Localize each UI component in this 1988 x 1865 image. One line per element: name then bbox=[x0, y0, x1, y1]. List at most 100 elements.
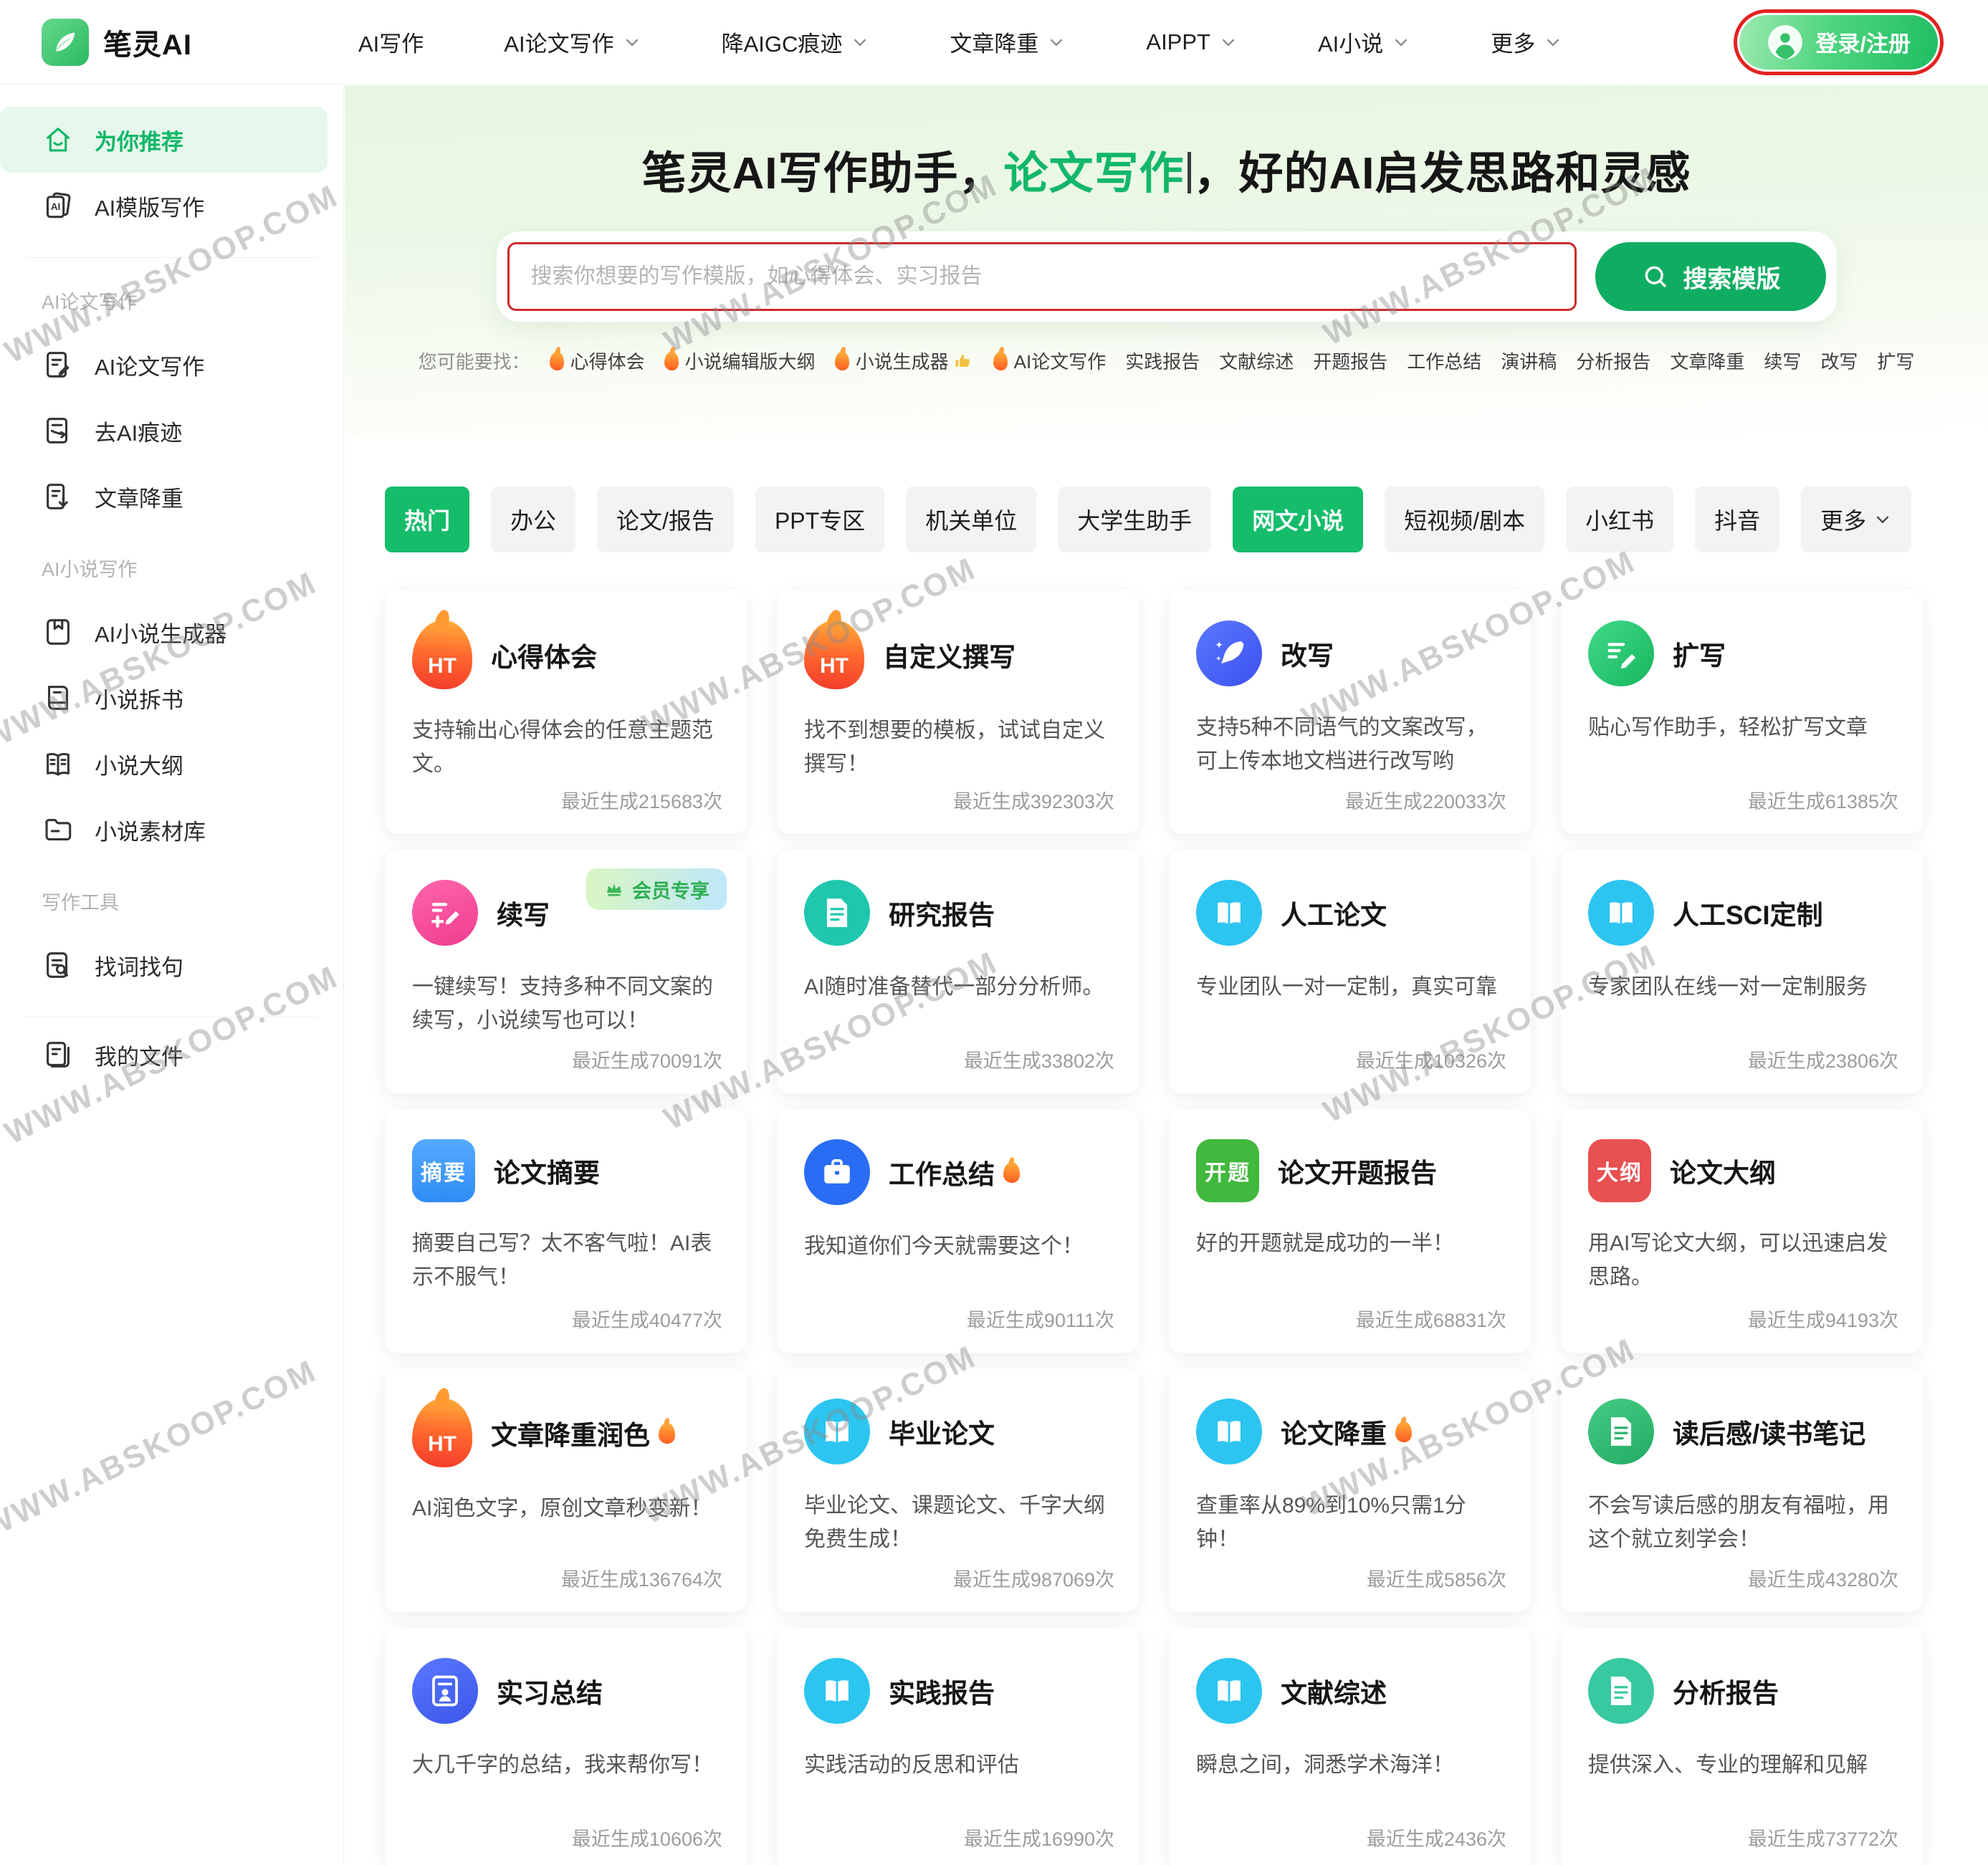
sidebar-item-novel-outline[interactable]: 小说大纲 bbox=[0, 731, 328, 797]
suggestion-item[interactable]: 工作总结 bbox=[1407, 347, 1481, 374]
sidebar-item-novel-generator[interactable]: AI小说生成器 bbox=[0, 599, 328, 665]
card-research-report[interactable]: 研究报告 AI随时准备替代一部分分析师。 最近生成33802次 bbox=[777, 850, 1139, 1093]
login-register-button[interactable]: 登录/注册 bbox=[1739, 15, 1938, 69]
card-count: 最近生成136764次 bbox=[561, 1564, 722, 1592]
search-button[interactable]: 搜索模版 bbox=[1595, 242, 1826, 311]
thumbs-up-icon bbox=[952, 350, 974, 372]
card-internship-summary[interactable]: 实习总结 大几千字的总结，我来帮你写！ 最近生成10606次 bbox=[385, 1628, 747, 1865]
card-reading-notes[interactable]: 读后感/读书笔记 不会写读后感的朋友有福啦，用这个就立刻学会！ 最近生成4328… bbox=[1561, 1368, 1923, 1612]
tab-office[interactable]: 办公 bbox=[491, 486, 575, 552]
nav-item-article-dedup[interactable]: 文章降重 bbox=[950, 26, 1066, 58]
hot-fire-icon: HT bbox=[412, 620, 472, 689]
nav-item-ai-novel[interactable]: AI小说 bbox=[1318, 26, 1410, 58]
sidebar-item-novel-assets[interactable]: 小说素材库 bbox=[0, 797, 328, 863]
card-desc: 摘要自己写？太不客气啦！AI表示不服气！ bbox=[412, 1227, 720, 1295]
outline-badge-icon: 大纲 bbox=[1588, 1139, 1651, 1202]
suggestion-item[interactable]: 分析报告 bbox=[1576, 347, 1650, 374]
card-proposal-report[interactable]: 开题论文开题报告 好的开题就是成功的一半！ 最近生成68831次 bbox=[1169, 1109, 1531, 1353]
card-expand[interactable]: 扩写 贴心写作助手，轻松扩写文章 最近生成61385次 bbox=[1561, 590, 1923, 834]
tab-short-video[interactable]: 短视频/剧本 bbox=[1385, 486, 1544, 552]
tab-government[interactable]: 机关单位 bbox=[906, 486, 1036, 552]
suggestion-item[interactable]: 演讲稿 bbox=[1501, 347, 1557, 374]
chevron-down-icon bbox=[1544, 33, 1562, 52]
card-practice-report[interactable]: 实践报告 实践活动的反思和评估 最近生成16990次 bbox=[777, 1628, 1139, 1865]
sidebar-item-label: 去AI痕迹 bbox=[95, 415, 182, 447]
card-paper-dedup[interactable]: 论文降重 查重率从89%到10%只需1分钟！ 最近生成5856次 bbox=[1169, 1368, 1531, 1612]
suggestion-item[interactable]: 改写 bbox=[1820, 347, 1858, 374]
chevron-down-icon bbox=[1047, 33, 1066, 52]
card-title: 扩写 bbox=[1673, 634, 1726, 673]
suggestion-item[interactable]: 文献综述 bbox=[1219, 347, 1294, 374]
card-continue[interactable]: 会员专享 续写 一键续写！支持多种不同文案的续写，小说续写也可以！ 最近生成70… bbox=[385, 850, 747, 1093]
card-work-summary[interactable]: 工作总结 我知道你们今天就需要这个！ 最近生成90111次 bbox=[777, 1109, 1139, 1353]
flame-icon bbox=[664, 352, 679, 370]
suggestion-item[interactable]: 实践报告 bbox=[1125, 347, 1200, 374]
card-manual-sci[interactable]: 人工SCI定制 专家团队在线一对一定制服务 最近生成23806次 bbox=[1561, 850, 1923, 1093]
sidebar-item-recommend[interactable]: 为你推荐 bbox=[0, 107, 328, 173]
card-count: 最近生成5856次 bbox=[1367, 1564, 1506, 1592]
tab-label: 机关单位 bbox=[925, 503, 1017, 536]
nav-label: AI小说 bbox=[1318, 26, 1383, 58]
open-book-icon bbox=[42, 747, 75, 780]
chevron-down-icon bbox=[623, 33, 641, 52]
card-desc: 专业团队一对一定制，真实可靠 bbox=[1196, 970, 1504, 1004]
suggestion-item[interactable]: 小说生成器 bbox=[835, 347, 974, 374]
card-literature-review[interactable]: 文献综述 瞬息之间，洞悉学术海洋！ 最近生成2436次 bbox=[1169, 1628, 1531, 1865]
nav-label: 文章降重 bbox=[950, 26, 1038, 58]
suggestion-item[interactable]: 扩写 bbox=[1877, 347, 1914, 374]
hot-fire-icon: HT bbox=[412, 1399, 472, 1467]
logo[interactable]: 笔灵AI bbox=[0, 19, 315, 66]
tab-hot[interactable]: 热门 bbox=[385, 486, 469, 552]
card-title: 自定义撰写 bbox=[883, 636, 1015, 674]
suggestion-item[interactable]: 心得体会 bbox=[550, 347, 645, 374]
nav-item-more[interactable]: 更多 bbox=[1491, 26, 1562, 58]
tab-student-helper[interactable]: 大学生助手 bbox=[1058, 486, 1211, 552]
card-count: 最近生成215683次 bbox=[561, 786, 722, 814]
card-count: 最近生成40477次 bbox=[572, 1305, 722, 1333]
card-rewrite[interactable]: 改写 支持5种不同语气的文案改写，可上传本地文档进行改写哟 最近生成220033… bbox=[1169, 590, 1531, 834]
tab-label: 短视频/剧本 bbox=[1404, 503, 1525, 536]
ht-glyph: HT bbox=[412, 654, 472, 679]
card-paper-abstract[interactable]: 摘要论文摘要 摘要自己写？太不客气啦！AI表示不服气！ 最近生成40477次 bbox=[385, 1109, 747, 1353]
tab-more[interactable]: 更多 bbox=[1801, 486, 1911, 552]
suggestion-item[interactable]: AI论文写作 bbox=[993, 347, 1107, 374]
card-analysis-report[interactable]: 分析报告 提供深入、专业的理解和见解 最近生成73772次 bbox=[1561, 1628, 1923, 1865]
suggestion-label: 开题报告 bbox=[1313, 347, 1387, 374]
sidebar-item-ai-template[interactable]: AI AI模版写作 bbox=[0, 173, 328, 239]
sidebar-item-novel-split[interactable]: 小说拆书 bbox=[0, 665, 328, 731]
ai-template-icon: AI bbox=[42, 189, 75, 222]
open-book-icon bbox=[1196, 1658, 1262, 1724]
card-paper-outline[interactable]: 大纲论文大纲 用AI写论文大纲，可以迅速启发思路。 最近生成94193次 bbox=[1561, 1109, 1923, 1353]
sidebar-item-find-words[interactable]: 找词找句 bbox=[0, 932, 328, 998]
sidebar-item-label: 找词找句 bbox=[95, 949, 183, 982]
tab-xiaohongshu[interactable]: 小红书 bbox=[1566, 486, 1673, 552]
nav-item-ai-writing[interactable]: AI写作 bbox=[358, 26, 424, 58]
tab-web-novel[interactable]: 网文小说 bbox=[1233, 486, 1363, 552]
nav-item-aippt[interactable]: AIPPT bbox=[1146, 29, 1238, 55]
suggestion-item[interactable]: 文章降重 bbox=[1670, 347, 1744, 374]
nav-item-ai-paper[interactable]: AI论文写作 bbox=[504, 26, 641, 58]
nav-item-reduce-aigc[interactable]: 降AIGC痕迹 bbox=[722, 26, 870, 58]
card-custom-writing[interactable]: HT自定义撰写 找不到想要的模板，试试自定义撰写！ 最近生成392303次 bbox=[777, 590, 1139, 834]
flame-icon bbox=[993, 352, 1008, 370]
search-icon bbox=[1640, 262, 1671, 292]
flame-icon bbox=[835, 352, 849, 370]
tab-ppt[interactable]: PPT专区 bbox=[755, 486, 884, 552]
sidebar-item-remove-ai-trace[interactable]: 去AI痕迹 bbox=[0, 398, 328, 464]
suggestion-item[interactable]: 续写 bbox=[1764, 347, 1801, 374]
card-manual-paper[interactable]: 人工论文 专业团队一对一定制，真实可靠 最近生成10326次 bbox=[1169, 850, 1531, 1093]
card-experience-summary[interactable]: HT心得体会 支持输出心得体会的任意主题范文。 最近生成215683次 bbox=[385, 590, 747, 834]
card-graduation-thesis[interactable]: 毕业论文 毕业论文、课题论文、千字大纲免费生成！ 最近生成987069次 bbox=[777, 1368, 1139, 1612]
suggestion-item[interactable]: 小说编辑版大纲 bbox=[664, 347, 816, 374]
tab-label: 热门 bbox=[404, 503, 450, 536]
title-highlight: 论文写作 bbox=[1003, 149, 1184, 198]
tab-paper-report[interactable]: 论文/报告 bbox=[597, 486, 734, 552]
suggestion-item[interactable]: 开题报告 bbox=[1313, 347, 1387, 374]
sidebar-item-article-dedup[interactable]: 文章降重 bbox=[0, 464, 328, 529]
card-count: 最近生成23806次 bbox=[1748, 1045, 1898, 1073]
tab-douyin[interactable]: 抖音 bbox=[1695, 486, 1779, 552]
sidebar-item-my-files[interactable]: 我的文件 bbox=[0, 1022, 328, 1088]
sidebar-item-ai-paper[interactable]: AI论文写作 bbox=[0, 332, 328, 398]
card-dedup-polish[interactable]: HT文章降重润色 AI润色文字，原创文章秒变新！ 最近生成136764次 bbox=[385, 1368, 747, 1612]
search-input[interactable] bbox=[507, 242, 1577, 311]
